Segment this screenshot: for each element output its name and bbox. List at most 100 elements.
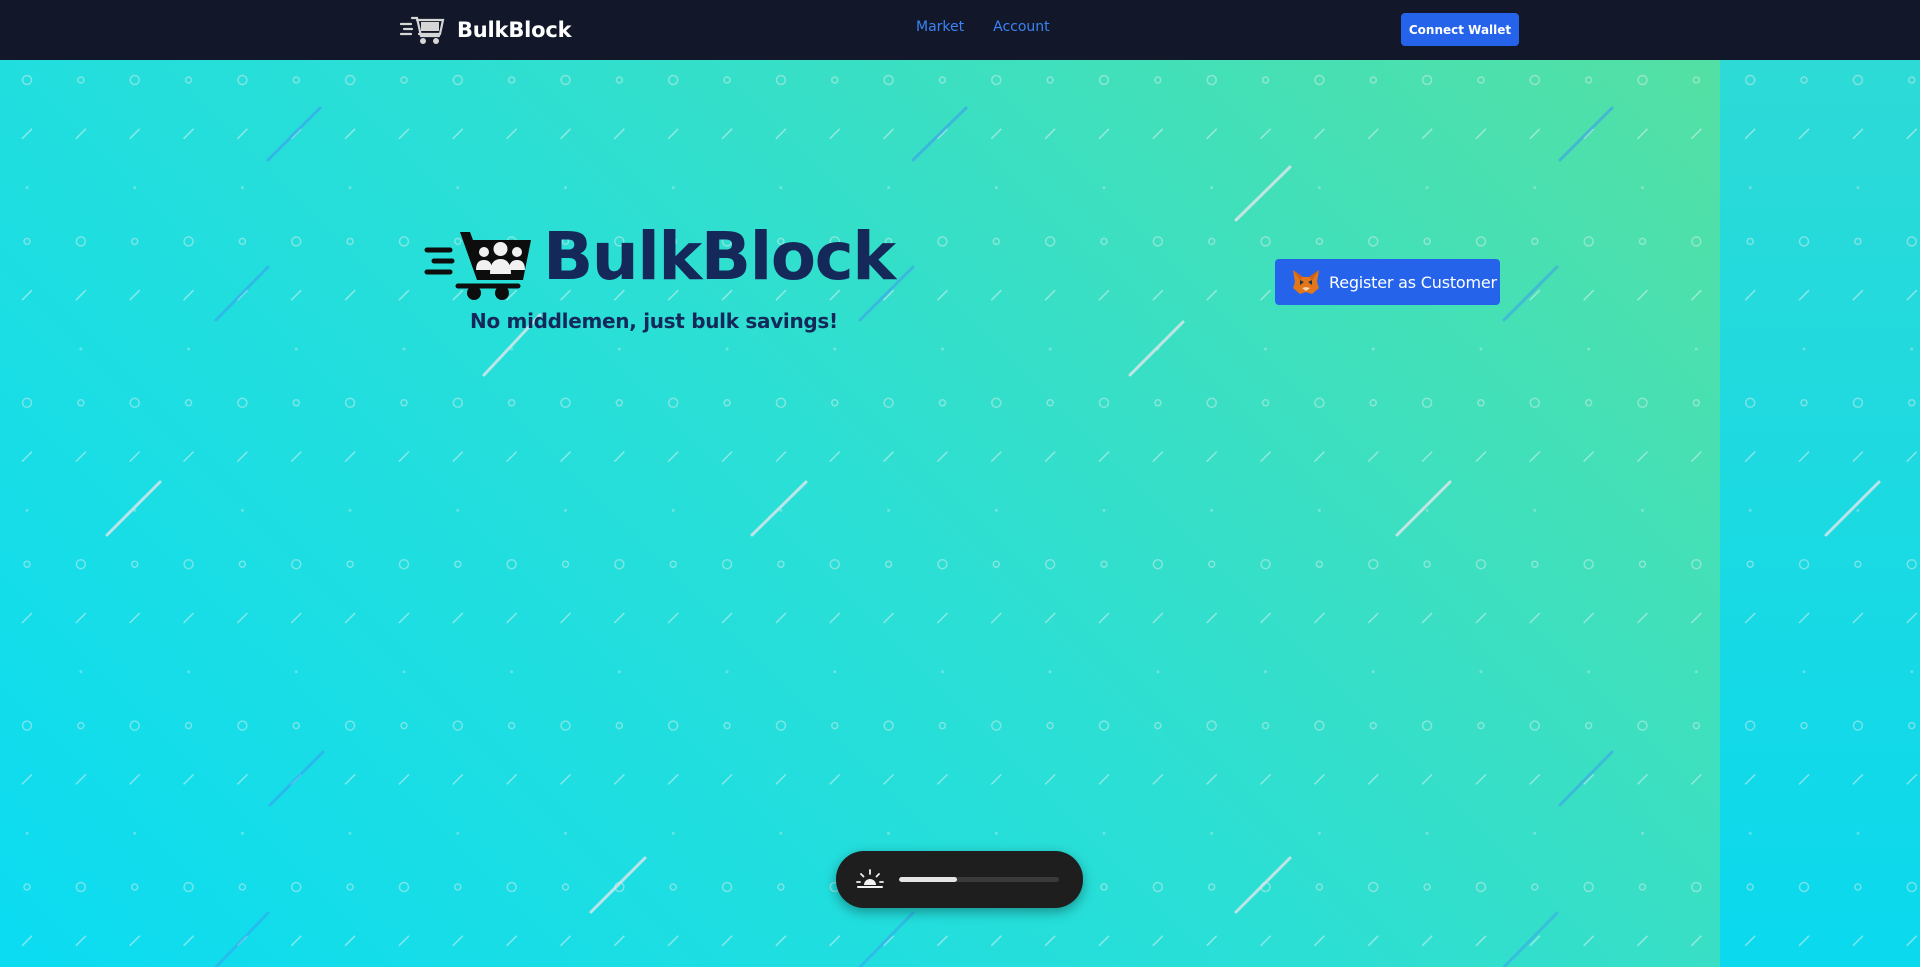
- pattern-streak: [1502, 911, 1559, 967]
- pattern-slash: [129, 612, 141, 624]
- pattern-dot: [887, 831, 891, 835]
- pattern-circle: [1906, 881, 1917, 893]
- pattern-dot: [456, 831, 460, 835]
- pattern-slash: [1583, 935, 1595, 947]
- pattern-slash: [1852, 612, 1864, 624]
- pattern-slash: [344, 128, 356, 140]
- pattern-circle: [292, 721, 300, 730]
- pattern-slash: [183, 451, 195, 463]
- pattern-circle: [883, 74, 894, 86]
- sunrise-icon[interactable]: [855, 868, 885, 890]
- pattern-dot: [1048, 347, 1052, 351]
- pattern-circle: [1584, 76, 1593, 84]
- pattern-dot: [1641, 186, 1644, 190]
- pattern-slash: [398, 289, 410, 301]
- nav-link-account[interactable]: Account: [993, 19, 1050, 35]
- pattern-slash: [452, 773, 464, 785]
- pattern-slash: [21, 935, 33, 947]
- pattern-slash: [1313, 451, 1325, 463]
- pattern-circle: [1207, 883, 1216, 891]
- pattern-slash: [236, 128, 248, 140]
- pattern-slash: [290, 935, 302, 947]
- pattern-circle: [1638, 237, 1647, 246]
- pattern-dot: [1587, 670, 1591, 674]
- pattern-slash: [236, 451, 248, 463]
- pattern-slash: [344, 451, 356, 463]
- pattern-dot: [240, 831, 244, 835]
- pattern-circle: [130, 560, 139, 568]
- pattern-slash: [1744, 612, 1756, 624]
- pattern-slash: [506, 128, 518, 140]
- pattern-streak: [1824, 480, 1881, 537]
- pattern-circle: [77, 399, 85, 407]
- pattern-dot: [617, 347, 621, 351]
- pattern-circle: [75, 881, 87, 893]
- pattern-slash: [936, 451, 948, 463]
- pattern-circle: [1154, 399, 1162, 407]
- pattern-dot: [1856, 508, 1860, 512]
- pattern-slash: [1152, 289, 1164, 301]
- pattern-slash: [21, 612, 33, 624]
- pattern-slash: [1260, 289, 1272, 301]
- pattern-slash: [775, 451, 787, 463]
- pattern-slash: [1690, 451, 1702, 463]
- pattern-circle: [344, 74, 356, 86]
- pattern-circle: [1852, 397, 1864, 409]
- pattern-slash: [1744, 289, 1756, 301]
- pattern-circle: [991, 397, 1002, 409]
- pattern-slash: [1367, 935, 1379, 947]
- pattern-circle: [883, 720, 894, 731]
- pattern-circle: [1261, 399, 1270, 407]
- pattern-streak: [1558, 750, 1614, 807]
- pattern-dot: [1748, 186, 1752, 190]
- brand-link[interactable]: BulkBlock: [400, 13, 572, 47]
- pattern-circle: [1800, 399, 1808, 407]
- pattern-dot: [240, 508, 244, 512]
- pattern-dot: [1802, 347, 1806, 351]
- pattern-streak: [911, 106, 968, 162]
- pattern-slash: [829, 612, 841, 624]
- pattern-circle: [1908, 399, 1916, 407]
- pattern-circle: [1584, 721, 1593, 730]
- pattern-dot: [1587, 347, 1591, 351]
- pattern-circle: [75, 236, 87, 247]
- pattern-streak: [1234, 165, 1292, 222]
- pattern-circle: [1100, 237, 1108, 246]
- pattern-circle: [291, 881, 302, 893]
- pattern-slash: [1636, 612, 1649, 624]
- pattern-slash: [1798, 612, 1810, 624]
- pattern-slash: [613, 128, 625, 140]
- pattern-slash: [1852, 935, 1864, 947]
- connect-wallet-button[interactable]: Connect Wallet: [1401, 13, 1519, 46]
- pattern-dot: [402, 670, 406, 674]
- pattern-slash: [1313, 612, 1325, 624]
- pattern-slash: [1044, 128, 1056, 140]
- pattern-circle: [1531, 560, 1539, 568]
- pattern-dot: [1533, 831, 1537, 835]
- pattern-slash: [883, 128, 895, 140]
- pattern-circle: [183, 558, 194, 570]
- pattern-circle: [1421, 720, 1433, 731]
- pattern-streak: [214, 911, 270, 967]
- pattern-slash: [1636, 451, 1649, 463]
- pattern-circle: [1637, 74, 1648, 86]
- pattern-circle: [1046, 399, 1054, 407]
- cart-icon: [400, 16, 445, 44]
- pattern-circle: [669, 560, 677, 568]
- pattern-circle: [23, 237, 31, 246]
- pattern-slash: [236, 612, 248, 624]
- progress-track[interactable]: [899, 877, 1059, 882]
- pattern-dot: [671, 831, 675, 835]
- pattern-dot: [1641, 508, 1644, 512]
- pattern-slash: [1583, 612, 1595, 624]
- register-customer-button[interactable]: Register as Customer: [1275, 259, 1500, 305]
- pattern-circle: [1798, 236, 1810, 247]
- pattern-slash: [344, 612, 356, 624]
- pattern-slash: [1044, 935, 1056, 947]
- pattern-dot: [887, 508, 891, 512]
- nav-link-market[interactable]: Market: [916, 19, 964, 35]
- pattern-circle: [1046, 721, 1054, 730]
- pattern-circle: [1314, 397, 1325, 409]
- pattern-circle: [1260, 558, 1271, 570]
- pattern-slash: [1852, 128, 1864, 140]
